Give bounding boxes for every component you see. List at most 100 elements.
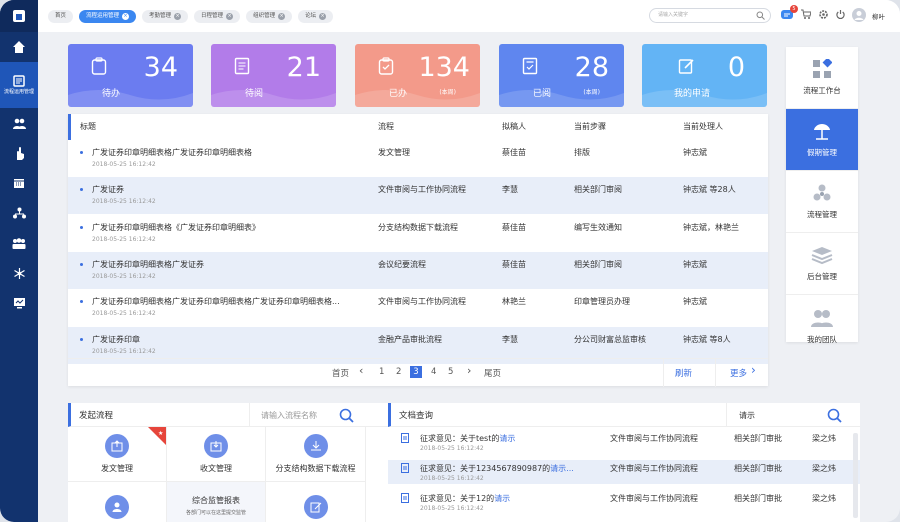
quick-nav-admin[interactable]: 后台管理 [786,233,858,295]
close-icon[interactable]: × [122,12,130,20]
last-page-button[interactable]: 尾页 [484,367,501,379]
doc-filter-input[interactable]: 请示 [739,410,755,421]
search-icon[interactable] [827,408,842,423]
more-button[interactable]: 更多 [730,367,747,379]
notification-badge: 5 [790,5,798,13]
current-page-button[interactable]: 3 [410,366,422,378]
column-header-step: 当前步骤 [574,122,606,131]
search-icon[interactable] [339,408,354,423]
row-title[interactable]: 广发证券印章 [92,334,372,345]
global-search-input[interactable]: 请输入关键字 [649,8,771,23]
stat-card-read[interactable]: 已阅 28 (本周) [499,44,624,107]
tab-attendance[interactable]: 考勤管理 × [142,9,189,23]
document-row[interactable]: 征求意见：关于12的请示 2018-05-25 16:12:42 文件审阅与工作协同… [388,490,860,514]
next-page-icon[interactable]: › [467,364,471,377]
row-title[interactable]: 广发证券印章明细表格《广发证券印章明细表》 [92,222,372,233]
calendar-icon [14,179,24,188]
document-row[interactable]: 征求意见：关于1234567890987的请示... 2018-05-25 16:… [388,460,860,484]
chevron-right-icon[interactable]: › [751,363,756,377]
table-row[interactable]: 广发证券印章明细表格广发证券 2018-05-25 16:12:42 会议纪要流程 蔡… [68,251,768,289]
doc-date: 2018-05-25 16:12:42 [420,475,484,482]
sidebar-item-process[interactable]: 流程运用管理 [0,62,38,108]
sidebar-item-hand[interactable] [0,138,38,168]
close-icon[interactable]: × [174,12,182,20]
sidebar-item-home[interactable] [0,32,38,62]
launch-tile-incoming[interactable]: 收文管理 [167,427,266,482]
user-name[interactable]: 柳叶 [872,11,885,21]
launch-tile-user[interactable] [68,482,167,522]
doc-link[interactable]: 请示 [494,494,510,503]
stat-card-todo[interactable]: 待办 34 [68,44,193,107]
doc-title[interactable]: 征求意见：关于12的请示 [420,493,510,504]
stat-card-my-applications[interactable]: 我的申请 0 [642,44,767,107]
first-page-button[interactable]: 首页 [332,367,349,379]
tab-organization[interactable]: 组织管理 × [246,9,293,23]
edit-icon [678,59,694,74]
table-row[interactable]: 广发证券印章明细表格广发证券印章明细表格 2018-05-25 16:12:42 发… [68,140,768,177]
row-title[interactable]: 广发证券 [92,184,372,195]
prev-page-icon[interactable]: ‹ [359,364,363,377]
quick-nav-leave[interactable]: 假期管理 [786,109,858,171]
users-icon [12,118,26,129]
quick-nav-workbench[interactable]: 流程工作台 [786,47,858,109]
tab-process[interactable]: 流程运用管理 × [79,9,137,23]
stat-card-done[interactable]: 已办 134 (本周) [355,44,480,107]
row-title[interactable]: 广发证券印章明细表格广发证券印章明细表格广发证券印章明细表格... [92,296,372,307]
send-icon [105,434,129,458]
page-button[interactable]: 5 [448,367,453,377]
message-button[interactable]: 5 [781,5,798,23]
monitor-icon [13,298,25,309]
launch-tile-edit[interactable] [266,482,366,522]
tab-home[interactable]: 首页 [48,9,74,23]
page-button[interactable]: 4 [431,367,436,377]
sidebar-item-users[interactable] [0,108,38,138]
document-icon [234,57,250,75]
panel-header: 文档查询 请示 [388,403,860,427]
process-search-input[interactable]: 请输入流程名称 [261,410,317,421]
launch-tile-branch-download[interactable]: 分支结构数据下载流程 [266,427,366,482]
close-icon[interactable]: × [319,12,327,20]
stat-value: 28 [574,52,609,83]
page-button[interactable]: 2 [396,367,401,377]
sidebar-item-calendar[interactable] [0,168,38,198]
close-icon[interactable]: × [226,12,234,20]
stat-card-toread[interactable]: 待阅 21 [211,44,336,107]
sidebar-item-monitor[interactable] [0,288,38,318]
row-title[interactable]: 广发证券印章明细表格广发证券 [92,259,372,270]
doc-link[interactable]: 请示... [550,464,574,473]
refresh-button[interactable]: 刷新 [675,367,692,379]
doc-title[interactable]: 征求意见：关于1234567890987的请示... [420,463,574,474]
quick-nav-team[interactable]: 我的团队 [786,295,858,357]
scrollbar[interactable] [853,433,858,518]
tab-forum[interactable]: 论坛 × [298,9,334,23]
doc-title[interactable]: 征求意见：关于test的请示 [420,433,515,444]
row-date: 2018-05-25 16:12:42 [92,272,156,280]
table-row[interactable]: 广发证券印章明细表格广发证券印章明细表格广发证券印章明细表格... 2018-05… [68,289,768,326]
settings-button[interactable] [818,9,829,22]
tab-schedule[interactable]: 日程管理 × [194,9,241,23]
sidebar-item-team[interactable] [0,228,38,258]
launch-tile-outgoing[interactable]: 发文管理 ★ [68,427,167,482]
page-button[interactable]: 1 [379,367,384,377]
tab-label: 日程管理 [201,12,224,19]
quick-nav-process[interactable]: 流程管理 [786,171,858,233]
search-icon[interactable] [756,11,765,20]
row-step: 排版 [574,148,590,157]
doc-flow: 文件审阅与工作协同流程 [610,494,698,503]
user-avatar[interactable] [852,8,866,24]
table-row[interactable]: 广发证券 2018-05-25 16:12:42 文件审阅与工作协同流程 李慧 相关部门… [68,177,768,215]
sidebar-item-org[interactable] [0,198,38,228]
row-bullet [80,188,83,192]
launch-tile-regulatory-report[interactable]: 综合监管报表 各部门可以在这里提交监管 [167,482,266,522]
power-button[interactable] [835,9,846,22]
close-icon[interactable]: × [278,12,286,20]
table-row[interactable]: 广发证券印章明细表格《广发证券印章明细表》 2018-05-25 16:12:42… [68,215,768,252]
tile-label: 收文管理 [200,464,232,473]
cart-button[interactable] [800,9,812,22]
tile-label: 发文管理 [101,464,133,473]
sidebar-item-network[interactable] [0,258,38,288]
row-step: 分公司财富总监审核 [574,334,646,344]
doc-link[interactable]: 请示 [499,434,515,443]
row-title[interactable]: 广发证券印章明细表格广发证券印章明细表格 [92,147,372,158]
document-row[interactable]: 征求意见：关于test的请示 2018-05-25 16:12:42 文件审阅与工作… [388,430,860,454]
